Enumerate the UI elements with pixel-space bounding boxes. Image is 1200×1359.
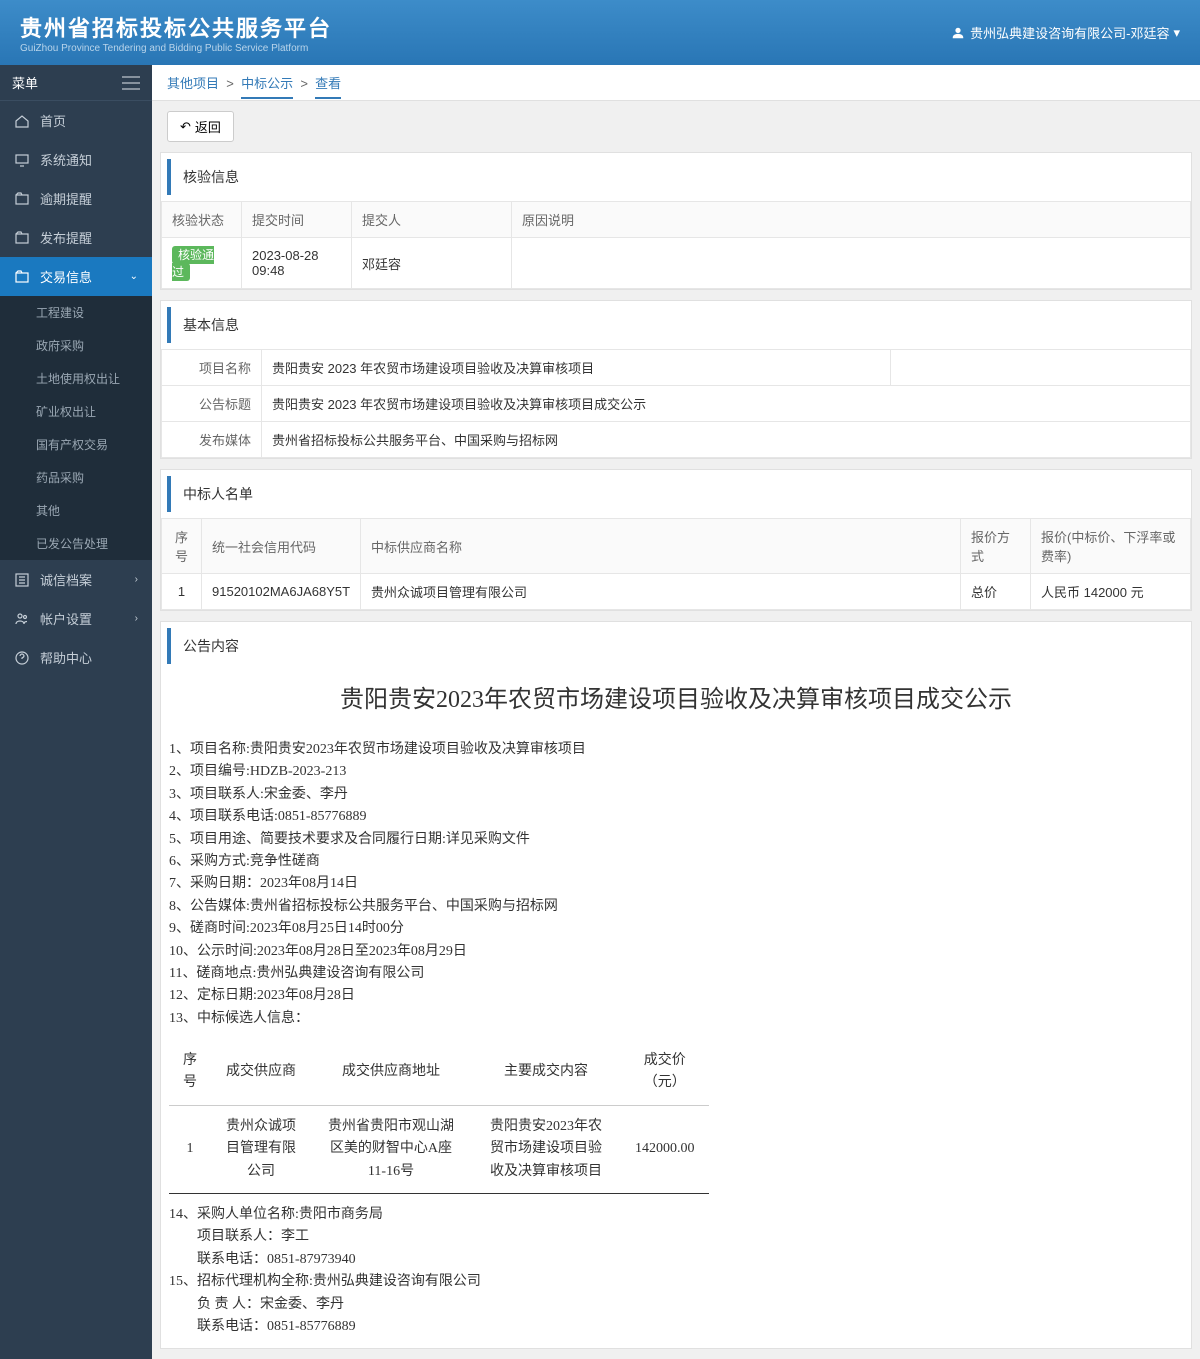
sub-state-asset[interactable]: 国有产权交易 — [0, 428, 152, 461]
nav-account[interactable]: 帐户设置 › — [0, 599, 152, 638]
table-row: 1 91520102MA6JA68Y5T 贵州众诚项目管理有限公司 总价 人民币… — [162, 574, 1191, 610]
list-icon — [14, 572, 30, 588]
menu-label: 菜单 — [12, 73, 38, 92]
basic-table: 项目名称 贵阳贵安 2023 年农贸市场建设项目验收及决算审核项目 公告标题 贵… — [161, 349, 1191, 458]
basic-title: 基本信息 — [167, 307, 1191, 343]
nav-trade[interactable]: 交易信息 ⌄ — [0, 257, 152, 296]
folder-icon — [14, 191, 30, 207]
caret-down-icon: ▾ — [1173, 25, 1180, 41]
user-name: 贵州弘典建设咨询有限公司-邓廷容 — [970, 23, 1169, 42]
winners-panel: 中标人名单 序号 统一社会信用代码 中标供应商名称 报价方式 报价(中标价、下浮… — [160, 469, 1192, 611]
basic-panel: 基本信息 项目名称 贵阳贵安 2023 年农贸市场建设项目验收及决算审核项目 公… — [160, 300, 1192, 459]
app-subtitle: GuiZhou Province Tendering and Bidding P… — [20, 43, 332, 54]
table-row: 核验通过 2023-08-28 09:48 邓廷容 — [162, 238, 1191, 289]
sub-mining[interactable]: 矿业权出让 — [0, 395, 152, 428]
sub-drug[interactable]: 药品采购 — [0, 461, 152, 494]
sub-published[interactable]: 已发公告处理 — [0, 527, 152, 560]
nav-sub-trade: 工程建设 政府采购 土地使用权出让 矿业权出让 国有产权交易 药品采购 其他 已… — [0, 296, 152, 560]
nav-help[interactable]: 帮助中心 — [0, 638, 152, 677]
monitor-icon — [14, 152, 30, 168]
nav-publish[interactable]: 发布提醒 — [0, 218, 152, 257]
crumb-bid-notice[interactable]: 中标公示 — [241, 76, 293, 99]
chevron-down-icon: ⌄ — [130, 271, 138, 282]
table-row: 1 贵州众诚项目管理有限公司 贵州省贵阳市观山湖区美的财智中心A座11-16号 … — [169, 1105, 709, 1193]
deal-table: 序号 成交供应商 成交供应商地址 主要成交内容 成交价（元） 1 贵州众诚项目管… — [169, 1040, 709, 1194]
home-icon — [14, 113, 30, 129]
sub-other[interactable]: 其他 — [0, 494, 152, 527]
sub-gov-procure[interactable]: 政府采购 — [0, 329, 152, 362]
announce-title: 贵阳贵安2023年农贸市场建设项目验收及决算审核项目成交公示 — [161, 664, 1191, 729]
user-menu[interactable]: 贵州弘典建设咨询有限公司-邓廷容 ▾ — [950, 23, 1180, 42]
verify-title: 核验信息 — [167, 159, 1191, 195]
breadcrumb: 其他项目 > 中标公示 > 查看 — [152, 65, 1200, 101]
crumb-view[interactable]: 查看 — [315, 76, 341, 99]
chevron-right-icon: › — [135, 613, 138, 624]
announce-body: 1、项目名称:贵阳贵安2023年农贸市场建设项目验收及决算审核项目 2、项目编号… — [161, 729, 1191, 1348]
menu-toggle-icon[interactable] — [122, 76, 140, 90]
verify-panel: 核验信息 核验状态 提交时间 提交人 原因说明 核验通过 2023-08-28 … — [160, 152, 1192, 290]
sub-land[interactable]: 土地使用权出让 — [0, 362, 152, 395]
sub-construction[interactable]: 工程建设 — [0, 296, 152, 329]
help-icon — [14, 650, 30, 666]
nav-credit[interactable]: 诚信档案 › — [0, 560, 152, 599]
chevron-right-icon: › — [135, 574, 138, 585]
back-button[interactable]: ↶ 返回 — [167, 111, 234, 142]
app-title: 贵州省招标投标公共服务平台 — [20, 11, 332, 43]
announce-section-title: 公告内容 — [167, 628, 1191, 664]
app-header: 贵州省招标投标公共服务平台 GuiZhou Province Tendering… — [0, 0, 1200, 65]
nav-overdue[interactable]: 逾期提醒 — [0, 179, 152, 218]
status-badge: 核验通过 — [172, 246, 214, 281]
announce-panel: 公告内容 贵阳贵安2023年农贸市场建设项目验收及决算审核项目成交公示 1、项目… — [160, 621, 1192, 1349]
user-icon — [950, 25, 966, 41]
folder-icon — [14, 269, 30, 285]
winners-title: 中标人名单 — [167, 476, 1191, 512]
crumb-other[interactable]: 其他项目 — [167, 76, 219, 91]
undo-icon: ↶ — [180, 119, 191, 135]
winners-table: 序号 统一社会信用代码 中标供应商名称 报价方式 报价(中标价、下浮率或费率) … — [161, 518, 1191, 610]
verify-table: 核验状态 提交时间 提交人 原因说明 核验通过 2023-08-28 09:48… — [161, 201, 1191, 289]
nav-notice[interactable]: 系统通知 — [0, 140, 152, 179]
folder-icon — [14, 230, 30, 246]
users-icon — [14, 611, 30, 627]
nav-home[interactable]: 首页 — [0, 101, 152, 140]
